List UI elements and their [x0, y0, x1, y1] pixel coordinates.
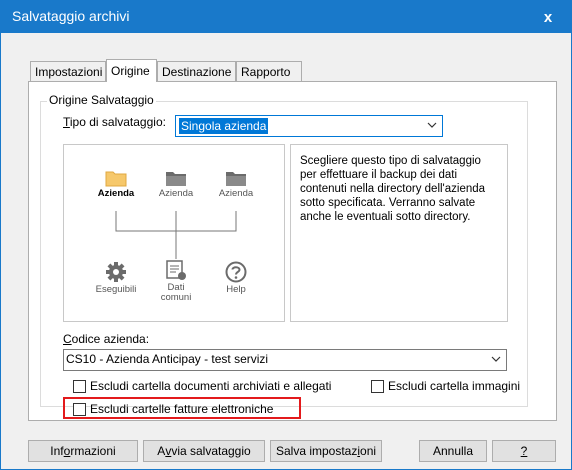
help-icon — [225, 261, 247, 283]
node-azienda-2[interactable]: Azienda — [151, 169, 201, 199]
tipo-label-rest: ipo di salvataggio: — [69, 115, 166, 129]
node-help[interactable]: Help — [211, 261, 261, 295]
btn-text: oni — [360, 444, 377, 458]
node-dati-comuni[interactable]: Dati comuni — [151, 259, 201, 303]
tipo-selected-value: Singola azienda — [179, 118, 269, 134]
tab-panel-origine: Origine Salvataggio Tipo di salvataggio:… — [28, 81, 557, 421]
tab-origine[interactable]: Origine — [106, 59, 157, 82]
tab-rapporto[interactable]: Rapporto — [236, 61, 302, 81]
check-escludi-immagini[interactable]: Escludi cartella immagini — [371, 379, 520, 393]
node-label-2: comuni — [160, 292, 192, 303]
close-icon: x — [543, 8, 553, 26]
tipo-label: Tipo di salvataggio: — [63, 115, 166, 129]
checkbox-box[interactable] — [73, 402, 86, 416]
node-label: Eseguibili — [95, 284, 137, 295]
tab-destinazione[interactable]: Destinazione — [157, 61, 236, 81]
btn-text: Inf — [50, 444, 64, 458]
codice-label-accel: C — [63, 332, 72, 346]
tab-label: Destinazione — [162, 65, 232, 79]
tab-label: Impostazioni — [35, 65, 103, 79]
tab-impostazioni[interactable]: Impostazioni — [30, 61, 106, 81]
folder-icon — [166, 172, 186, 186]
btn-text: rmazioni — [70, 444, 116, 458]
node-label: Azienda — [158, 188, 194, 199]
tab-label: Rapporto — [241, 65, 291, 79]
chevron-down-icon — [427, 122, 437, 128]
checkbox-box[interactable] — [371, 379, 384, 393]
checkbox-label: Escludi cartelle fatture elettroniche — [90, 402, 274, 416]
codice-azienda-select[interactable]: CS10 - Azienda Anticipay - test servizi — [63, 349, 507, 371]
node-azienda-active[interactable]: Azienda — [91, 169, 141, 199]
checkbox-label: Escludi cartella documenti archiviati e … — [90, 379, 332, 393]
group-legend: Origine Salvataggio — [47, 93, 156, 107]
node-label: Azienda — [97, 188, 135, 199]
description-text: Scegliere questo tipo di salvataggio per… — [300, 155, 486, 223]
check-escludi-fatture[interactable]: Escludi cartelle fatture elettroniche — [73, 402, 273, 416]
title-bar: Salvataggio archivi x — [1, 1, 571, 33]
tab-label: Origine — [111, 64, 150, 78]
codice-label: Codice azienda: — [63, 332, 149, 346]
description-box: Scegliere questo tipo di salvataggio per… — [290, 144, 508, 322]
codice-label-rest: odice azienda: — [71, 332, 150, 346]
node-azienda-3[interactable]: Azienda — [211, 169, 261, 199]
tipo-salvataggio-select[interactable]: Singola azienda — [175, 115, 443, 137]
annulla-button[interactable]: Annulla — [419, 440, 487, 462]
btn-text: via salvataggio — [171, 444, 251, 458]
chevron-down-icon — [491, 356, 501, 362]
checkbox-label: Escludi cartella immagini — [388, 379, 521, 393]
window-title: Salvataggio archivi — [12, 8, 130, 24]
folder-icon — [105, 171, 127, 187]
dialog-window: Salvataggio archivi x Impostazioni Origi… — [0, 0, 572, 470]
btn-accel: o — [63, 444, 71, 458]
salva-impostazioni-button[interactable]: Salva impostaz i oni — [270, 440, 382, 462]
close-button[interactable]: x — [525, 1, 571, 33]
btn-text: ? — [520, 444, 528, 458]
btn-text: Annulla — [432, 444, 474, 458]
folder-icon — [226, 172, 246, 186]
origin-diagram: Azienda Azienda Azienda Eseguibili Dati … — [63, 144, 285, 322]
tipo-label-accel: T — [63, 115, 70, 129]
help-button[interactable]: ? — [492, 440, 556, 462]
informazioni-button[interactable]: Inf o rmazioni — [28, 440, 138, 462]
btn-text: Salva impostaz — [275, 444, 358, 458]
shared-data-icon — [166, 260, 186, 280]
codice-selected-value: CS10 - Azienda Anticipay - test servizi — [66, 352, 269, 366]
avvia-salvataggio-button[interactable]: Av via salvataggio — [143, 440, 265, 462]
gear-icon — [106, 262, 126, 282]
checkbox-box[interactable] — [73, 379, 86, 393]
node-label: Azienda — [218, 188, 254, 199]
node-eseguibili[interactable]: Eseguibili — [91, 261, 141, 295]
node-label: Help — [226, 284, 246, 295]
check-escludi-documenti[interactable]: Escludi cartella documenti archiviati e … — [73, 379, 331, 393]
btn-text: A — [157, 444, 166, 458]
